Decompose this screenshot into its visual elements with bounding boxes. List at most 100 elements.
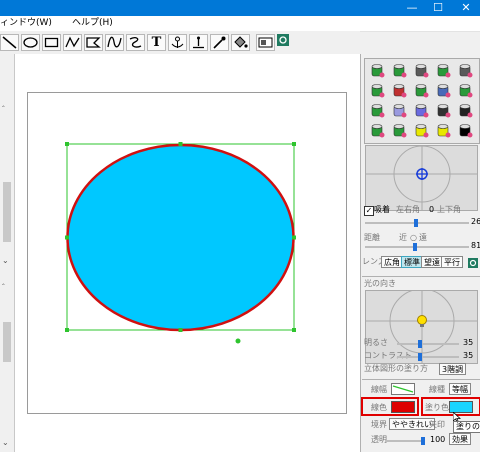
polygon-tool-button[interactable] (84, 34, 103, 51)
divider (362, 379, 480, 380)
transparency-value: 100 (430, 435, 446, 444)
curve-icon (107, 36, 122, 48)
material-swatch[interactable] (435, 122, 452, 139)
material-swatch[interactable] (391, 62, 408, 79)
material-cylinder-icon (393, 124, 407, 138)
image-icon (258, 37, 273, 48)
scroll-down-arrow-icon[interactable]: ⌄ (2, 256, 9, 265)
eyedropper-tool-button[interactable] (210, 34, 229, 51)
material-swatch[interactable] (457, 82, 474, 99)
scroll-down-arrow-icon[interactable]: ⌄ (2, 438, 9, 447)
material-swatch[interactable] (413, 62, 430, 79)
material-swatch[interactable] (413, 82, 430, 99)
line-tool-button[interactable] (0, 34, 19, 51)
right-panel: ✓ 吸着 左右角 0 上下角 26 距離 近 ○ 遠 81 レンズ 広角 標準 … (360, 54, 480, 452)
material-cylinder-icon (371, 104, 385, 118)
minimize-button[interactable]: — (398, 0, 426, 16)
polyline-tool-button[interactable] (63, 34, 82, 51)
view-preview[interactable] (365, 145, 478, 211)
lens-wide-button[interactable]: 広角 (381, 256, 403, 268)
angle-slider-thumb[interactable] (414, 219, 418, 227)
material-swatch[interactable] (391, 122, 408, 139)
arrow-label: 矢印 (429, 420, 445, 429)
material-swatch[interactable] (435, 62, 452, 79)
material-swatch[interactable] (413, 102, 430, 119)
scroll-up-arrow-icon[interactable]: ‸ (2, 276, 5, 285)
scrollbar-thumb[interactable] (3, 182, 11, 242)
material-cylinder-icon (415, 64, 429, 78)
freehand-icon (129, 37, 142, 48)
material-cylinder-icon (371, 84, 385, 98)
paint-bucket-icon (234, 36, 248, 48)
freehand-tool-button[interactable] (126, 34, 145, 51)
line-color-label: 線色 (371, 403, 387, 412)
material-cylinder-icon (393, 104, 407, 118)
rectangle-tool-button[interactable] (42, 34, 61, 51)
shading-select[interactable]: 3階調 (439, 363, 467, 375)
line-type-label: 線種 (429, 385, 445, 394)
material-cylinder-icon (415, 124, 429, 138)
line-type-select[interactable]: 等幅 (449, 383, 471, 395)
shading-label: 立体図形の塗り方 (364, 364, 428, 373)
crosshair-icon (366, 145, 477, 210)
material-swatch[interactable] (369, 82, 386, 99)
material-swatch[interactable] (435, 82, 452, 99)
lens-standard-button[interactable]: 標準 (401, 256, 423, 268)
effect-button[interactable]: 効果 (449, 433, 471, 445)
line-color-swatch[interactable] (391, 401, 415, 413)
menu-window[interactable]: ィンドウ(W) (0, 17, 52, 30)
ellipse-tool-button[interactable] (21, 34, 40, 51)
line-width-label: 線幅 (371, 385, 387, 394)
material-swatch[interactable] (457, 122, 474, 139)
far-label: 遠 (419, 233, 427, 242)
fill-color-tooltip: 塗りの色 (453, 421, 480, 433)
scrollbar-thumb[interactable] (3, 322, 11, 362)
contrast-value: 35 (463, 351, 474, 360)
lens-parallel-button[interactable]: 平行 (441, 256, 463, 268)
image-tool-button[interactable] (256, 34, 275, 51)
lens-tele-button[interactable]: 望遠 (421, 256, 443, 268)
material-cylinder-icon (393, 64, 407, 78)
text-tool-button[interactable]: T (147, 34, 166, 51)
adsorb-checkbox[interactable]: ✓ (364, 206, 374, 216)
material-swatch[interactable] (369, 102, 386, 119)
material-swatch[interactable] (457, 62, 474, 79)
material-cylinder-icon (371, 64, 385, 78)
anchor-tool-button[interactable] (189, 34, 208, 51)
gear-icon[interactable] (468, 258, 478, 268)
curve-tool-button[interactable] (105, 34, 124, 51)
material-cylinder-icon (415, 104, 429, 118)
material-swatch[interactable] (391, 82, 408, 99)
material-cylinder-icon (437, 104, 451, 118)
paint-bucket-tool-button[interactable] (231, 34, 250, 51)
menu-help[interactable]: ヘルプ(H) (72, 17, 113, 30)
scroll-up-arrow-icon[interactable]: ‸ (2, 98, 5, 107)
close-button[interactable]: ✕ (452, 0, 480, 16)
gear-icon (277, 34, 289, 46)
distance-value: 81 (471, 241, 480, 250)
gear-button[interactable] (277, 34, 289, 51)
contrast-slider-thumb[interactable] (418, 353, 422, 361)
material-swatch[interactable] (391, 102, 408, 119)
transparency-slider-thumb[interactable] (421, 437, 425, 445)
distance-slider-thumb[interactable] (413, 243, 417, 251)
line-width-select[interactable] (391, 383, 415, 395)
brightness-slider[interactable] (397, 343, 459, 345)
distance-slider[interactable] (365, 246, 469, 248)
maximize-button[interactable]: ☐ (424, 0, 452, 16)
material-swatch[interactable] (369, 62, 386, 79)
rectangle-icon (44, 37, 59, 48)
material-cylinder-icon (415, 84, 429, 98)
material-cylinder-icon (459, 64, 473, 78)
line-icon (2, 36, 17, 49)
material-swatch[interactable] (435, 102, 452, 119)
brightness-slider-thumb[interactable] (418, 340, 422, 348)
contrast-slider[interactable] (397, 356, 459, 358)
material-swatch[interactable] (457, 102, 474, 119)
paper[interactable] (27, 92, 347, 414)
material-swatch[interactable] (413, 122, 430, 139)
transparency-slider[interactable] (385, 440, 425, 442)
rotate-tool-button[interactable] (168, 34, 187, 51)
material-swatch[interactable] (369, 122, 386, 139)
rotate-icon (171, 36, 184, 48)
